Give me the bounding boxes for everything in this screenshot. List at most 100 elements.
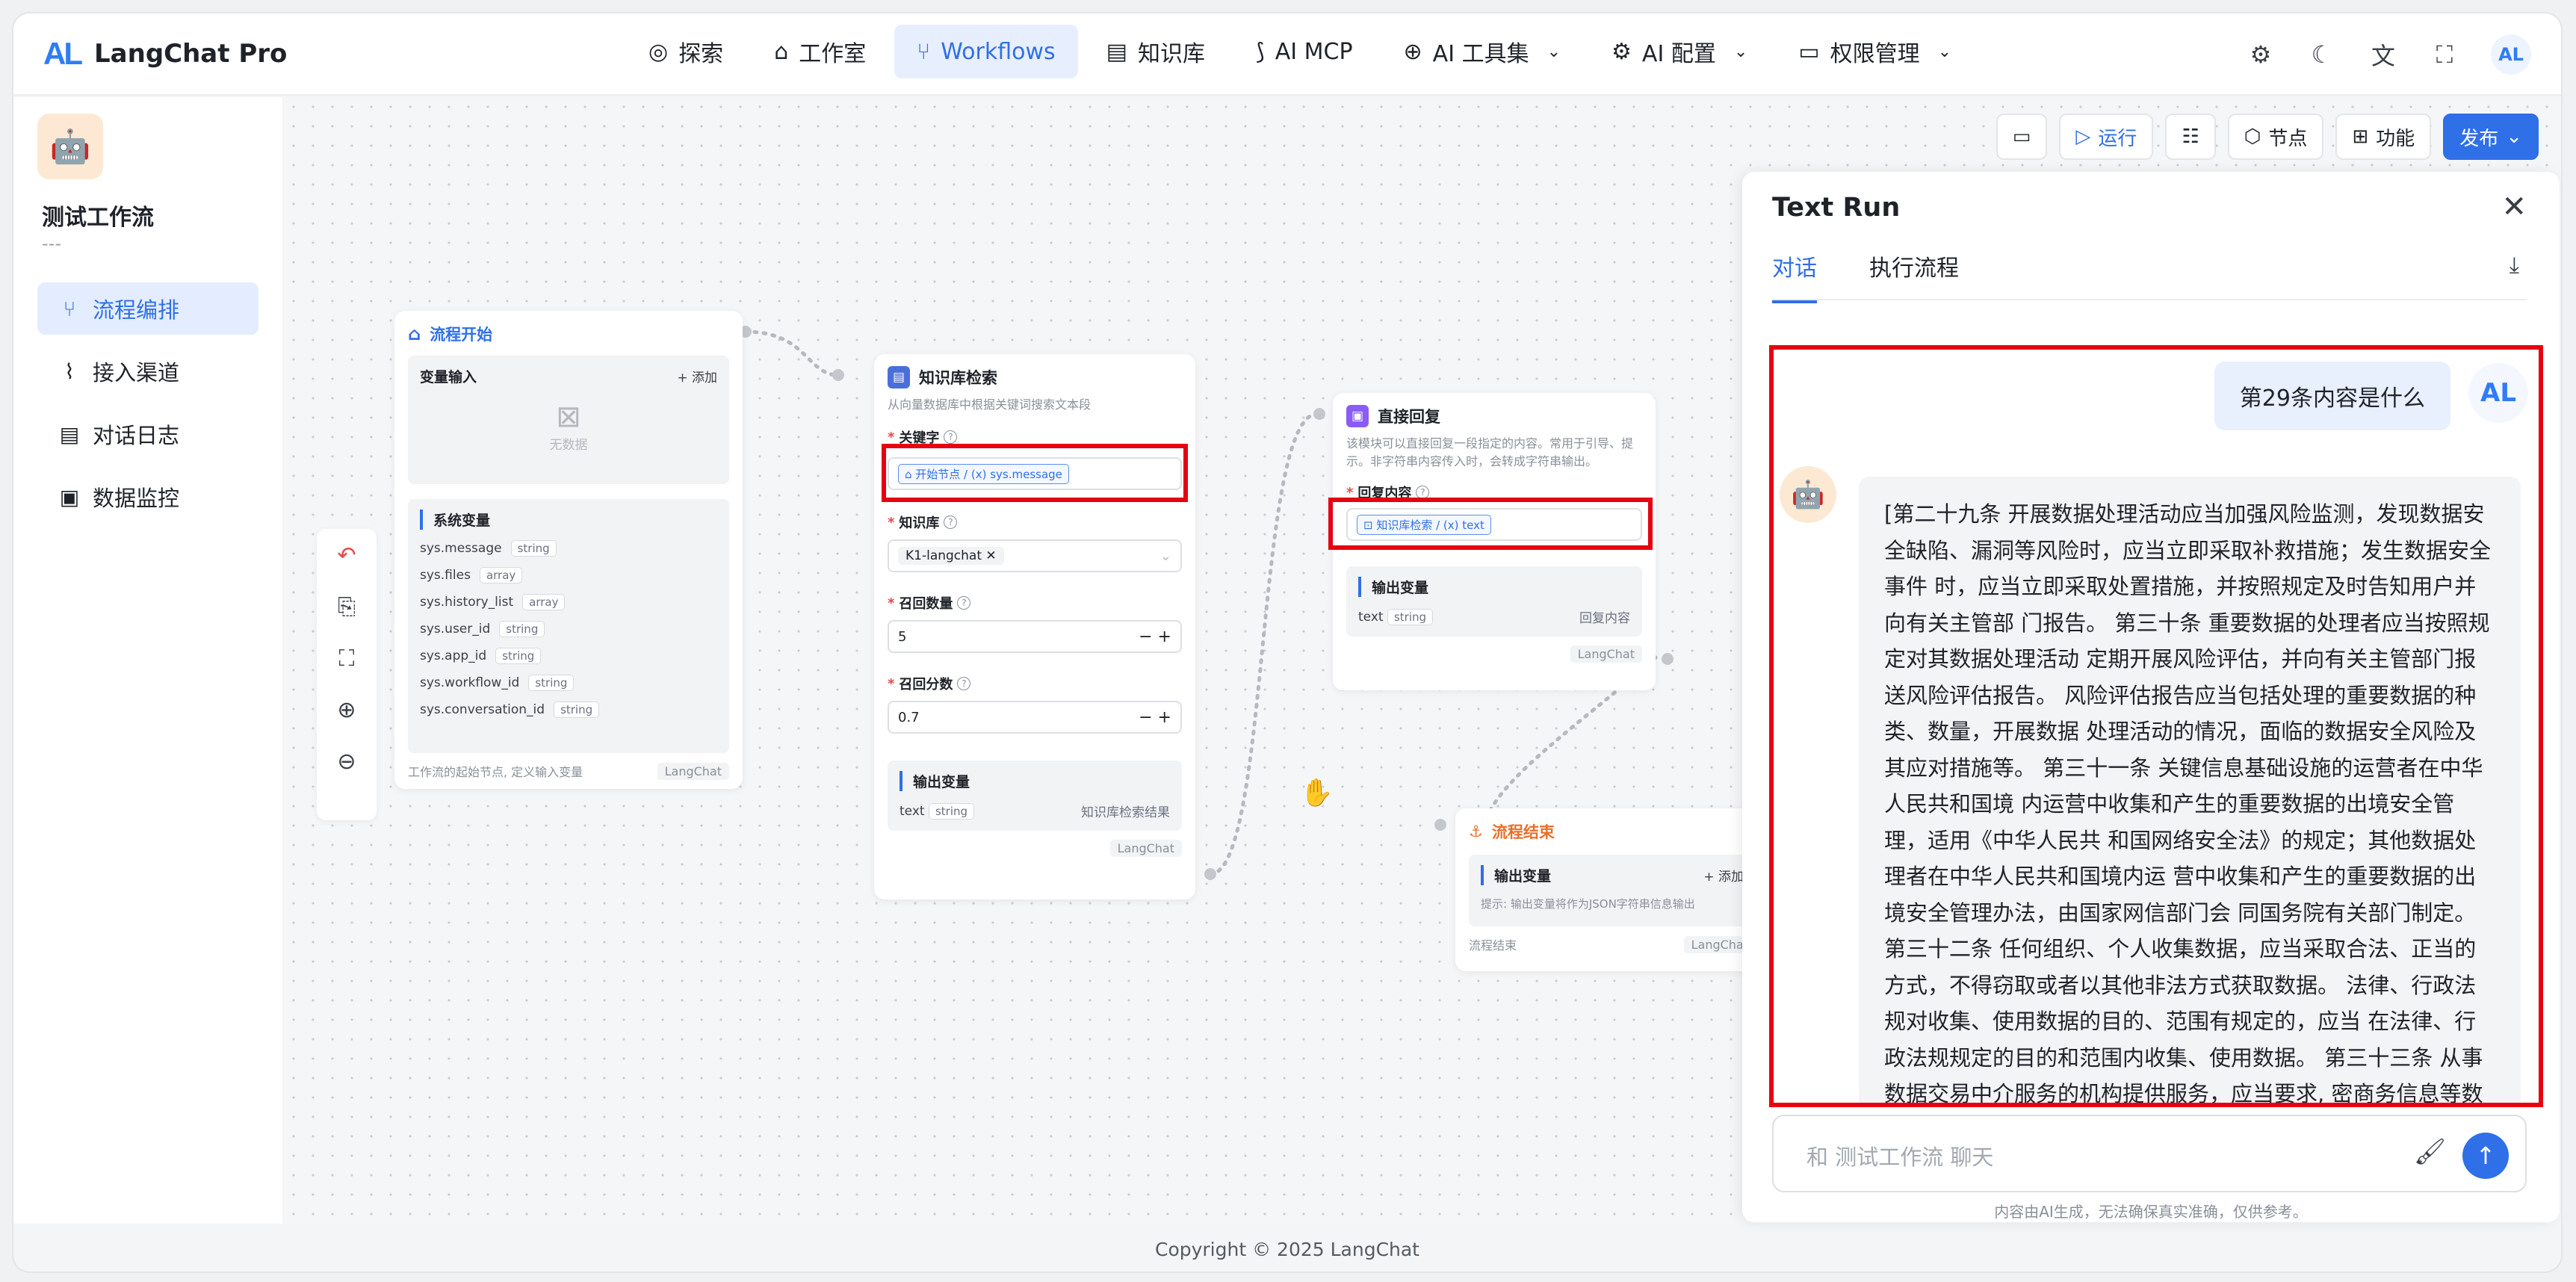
selected-tag: K1-langchat ✕ <box>898 547 1004 565</box>
settings-icon[interactable]: ⚙ <box>2246 40 2276 69</box>
gear-icon: ⚙ <box>1611 38 1632 65</box>
nav-tools[interactable]: ⊕ AI 工具集 ⌄ <box>1381 25 1583 78</box>
field-label: 召回数量 <box>899 596 953 612</box>
add-variable-button[interactable]: + 添加 <box>1703 866 1744 885</box>
rss-icon: ⌇ <box>64 359 75 384</box>
app-title: LangChat Pro <box>94 39 288 69</box>
checklist-button[interactable]: ☷ <box>2165 114 2216 160</box>
node-handle[interactable] <box>1313 408 1325 420</box>
output-vars-section: 输出变量 text string 回复内容 <box>1346 566 1642 637</box>
nav-explore[interactable]: ◎ 探索 <box>626 25 746 78</box>
recall-count-stepper[interactable]: 5 − + <box>888 620 1182 653</box>
node-handle[interactable] <box>832 369 844 381</box>
nav-ai-config[interactable]: ⚙ AI 配置 ⌄ <box>1589 25 1770 78</box>
stepper-controls[interactable]: − + <box>1139 628 1171 646</box>
undo-icon[interactable]: ↶ <box>337 542 356 569</box>
fit-view-icon[interactable]: ⛶ <box>339 645 355 672</box>
node-handle[interactable] <box>1662 653 1674 665</box>
var-type: string <box>499 621 545 637</box>
import-icon[interactable]: ⎘ <box>338 594 356 620</box>
node-end[interactable]: ⚓ 流程结束 输出变量 + 添加 提示: 输出变量将作为JSON字符串信息输出 流程… <box>1455 808 1769 971</box>
nav-permissions[interactable]: ▭ 权限管理 ⌄ <box>1776 25 1974 78</box>
chevron-down-icon: ⌄ <box>1546 42 1561 61</box>
fullscreen-icon[interactable]: ⛶ <box>2430 40 2459 69</box>
stepper-value: 0.7 <box>898 709 920 725</box>
nav-knowledge[interactable]: ▤ 知识库 <box>1084 25 1227 78</box>
close-icon[interactable]: ✕ <box>985 548 996 563</box>
tab-execution-flow[interactable]: 执行流程 <box>1869 250 1959 303</box>
node-handle[interactable] <box>1204 868 1216 880</box>
app-window: AL LangChat Pro ◎ 探索 ⌂ 工作室 ⑂ Workflows ▤ 知识库… <box>13 13 2561 1272</box>
sidebar-item-channels[interactable]: ⌇ 接入渠道 <box>37 345 258 397</box>
home-icon: ⌂ <box>408 323 421 344</box>
var-name: sys.user_id <box>420 622 491 637</box>
tab-chat[interactable]: 对话 <box>1772 250 1817 303</box>
var-type: string <box>928 802 975 820</box>
help-icon[interactable]: ? <box>944 515 958 529</box>
sidebar-item-flow-edit[interactable]: ⑂ 流程编排 <box>37 282 258 335</box>
node-description: 从向量数据库中根据关键词搜索文本段 <box>888 397 1092 412</box>
nodes-button[interactable]: ⬡ 节点 <box>2227 114 2324 160</box>
var-type: string <box>1387 608 1434 625</box>
grid-plus-icon: ⊞ <box>2352 126 2369 148</box>
moon-icon[interactable]: ☾ <box>2307 40 2337 69</box>
node-title: 流程结束 <box>1491 823 1555 841</box>
nav-studio[interactable]: ⌂ 工作室 <box>752 25 888 78</box>
env-button[interactable]: ▭ <box>1996 114 2048 160</box>
features-label: 功能 <box>2376 127 2415 150</box>
help-icon[interactable]: ? <box>944 430 958 444</box>
chevron-down-icon: ⌄ <box>1159 548 1171 564</box>
clear-brush-icon[interactable]: 🖌 <box>2414 1137 2446 1167</box>
workflow-icon: ⑂ <box>917 38 931 65</box>
node-footer-tag: LangChat <box>1109 840 1182 857</box>
section-title: 输出变量 <box>900 771 970 791</box>
var-input-section: 变量输入 + 添加 ⊠ 无数据 <box>408 356 729 484</box>
sidebar-item-monitor[interactable]: ▣ 数据监控 <box>37 471 258 523</box>
run-button[interactable]: ▷ 运行 <box>2059 114 2154 160</box>
help-icon[interactable]: ? <box>957 677 971 690</box>
add-variable-button[interactable]: + 添加 <box>677 367 717 385</box>
side-menu: ⑂ 流程编排 ⌇ 接入渠道 ▤ 对话日志 ▣ 数据监控 <box>37 282 258 533</box>
nav-mcp[interactable]: ⟆ AI MCP <box>1233 25 1375 78</box>
zoom-out-icon[interactable]: ⊖ <box>337 749 356 775</box>
var-name: sys.workflow_id <box>420 675 520 690</box>
node-footer-tag: LangChat <box>657 762 729 780</box>
var-desc: 回复内容 <box>1579 611 1630 626</box>
recall-score-stepper[interactable]: 0.7 − + <box>888 701 1182 734</box>
section-title: 变量输入 <box>420 369 477 385</box>
field-label: 召回分数 <box>899 677 953 693</box>
sidebar: 🤖 测试工作流 --- ⑂ 流程编排 ⌇ 接入渠道 ▤ 对话日志 ▣ 数据监控 <box>13 97 282 1224</box>
download-icon[interactable]: ⤓ <box>2510 253 2519 279</box>
help-icon[interactable]: ? <box>957 596 971 610</box>
node-start[interactable]: ⌂ 流程开始 变量输入 + 添加 ⊠ 无数据 系统变量 sys.message str… <box>394 311 743 789</box>
highlight-box <box>1769 345 2543 1107</box>
system-vars-section: 系统变量 sys.message string sys.files array sy… <box>408 499 729 753</box>
robot-icon: ⌂ <box>774 38 789 65</box>
nav-label: AI 配置 <box>1641 41 1716 67</box>
logo[interactable]: AL LangChat Pro <box>43 36 287 72</box>
var-name: sys.history_list <box>420 595 514 610</box>
knowledge-base-select[interactable]: K1-langchat ✕ ⌄ <box>888 539 1182 572</box>
stepper-value: 5 <box>898 628 907 645</box>
sidebar-item-chat-logs[interactable]: ▤ 对话日志 <box>37 408 258 460</box>
var-type: string <box>528 675 575 691</box>
empty-box-icon: ⊠ <box>556 400 581 434</box>
stepper-controls[interactable]: − + <box>1139 708 1171 727</box>
app-name: 测试工作流 <box>42 205 154 231</box>
output-var-row: text string 回复内容 <box>1358 607 1630 626</box>
top-navbar: AL LangChat Pro ◎ 探索 ⌂ 工作室 ⑂ Workflows ▤ 知识库… <box>13 13 2561 96</box>
close-icon[interactable]: ✕ <box>2501 190 2527 224</box>
chevron-down-icon: ⌄ <box>1733 42 1748 61</box>
chat-input[interactable]: 和 测试工作流 聊天 🖌 ↑ <box>1772 1115 2527 1192</box>
publish-button[interactable]: 发布 ⌄ <box>2443 114 2539 160</box>
node-knowledge-retrieval[interactable]: ▤ 知识库检索 从向量数据库中根据关键词搜索文本段 * 关键字? ⌂ 开始节点 / … <box>874 354 1195 899</box>
features-button[interactable]: ⊞ 功能 <box>2335 114 2432 160</box>
node-handle[interactable] <box>1434 819 1446 831</box>
nav-workflows[interactable]: ⑂ Workflows <box>894 25 1078 78</box>
var-name: sys.files <box>420 568 471 583</box>
send-button[interactable]: ↑ <box>2462 1133 2509 1179</box>
translate-icon[interactable]: 文 <box>2368 37 2398 72</box>
zoom-in-icon[interactable]: ⊕ <box>337 697 356 723</box>
user-avatar[interactable]: AL <box>2491 34 2531 75</box>
sys-var-row: sys.app_id string <box>420 648 717 664</box>
